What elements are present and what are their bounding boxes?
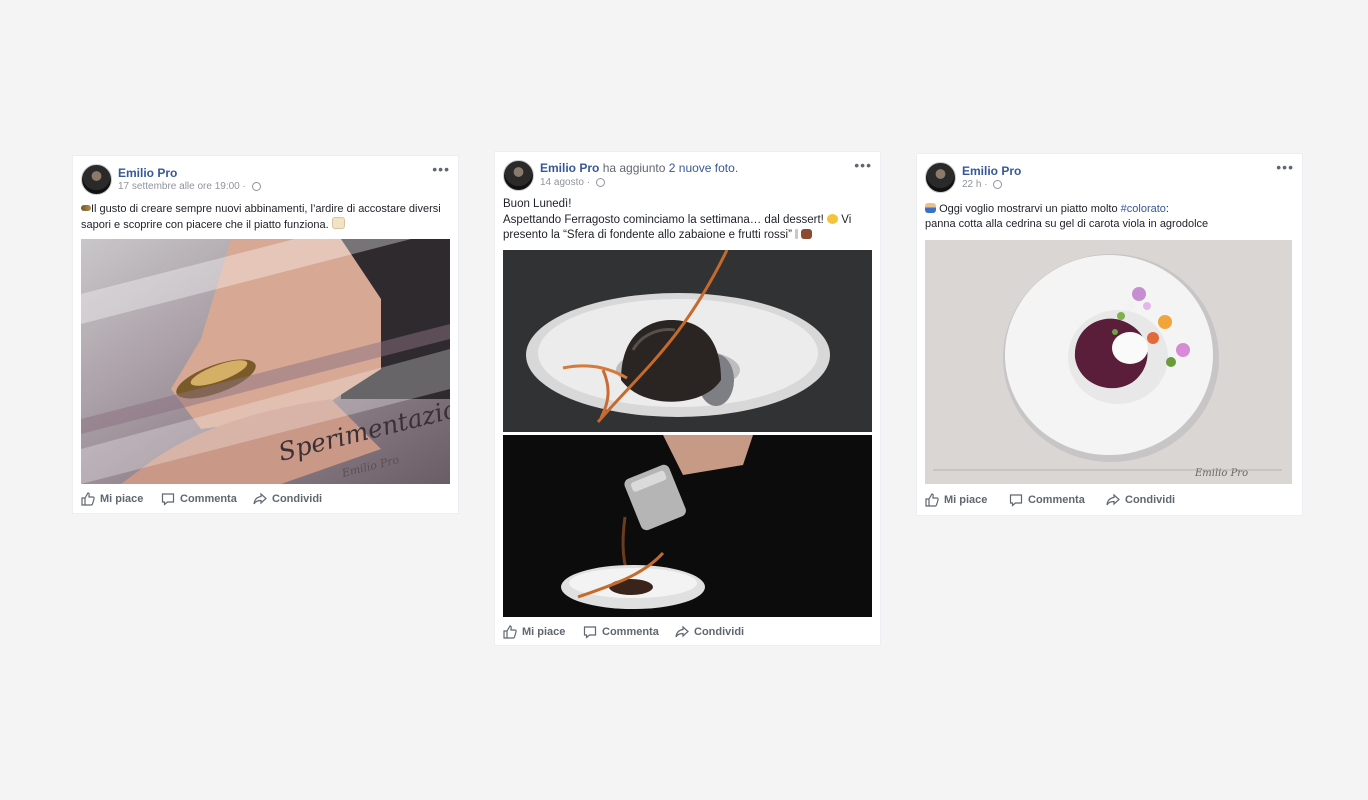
post-header: Emilio Pro 22 h · •••	[925, 160, 1294, 194]
post-options-button[interactable]: •••	[854, 158, 872, 172]
post-author: Emilio Pro ha aggiunto 2 nuove foto.	[540, 161, 739, 175]
globe-icon	[251, 181, 261, 191]
post-timestamp[interactable]: 14 agosto	[540, 177, 584, 188]
post-options-button[interactable]: •••	[1276, 160, 1294, 174]
post-text: Oggi voglio mostrarvi un piatto molto #c…	[925, 203, 1209, 230]
like-button[interactable]: Mi piace	[503, 625, 565, 639]
post-timestamp[interactable]: 22 h	[962, 179, 981, 190]
chef-emoji-icon	[925, 203, 936, 213]
avatar[interactable]	[925, 162, 956, 193]
avatar[interactable]	[81, 164, 112, 195]
author-action-text: ha aggiunto	[602, 161, 666, 175]
post-text: Buon Lunedì! Aspettando Ferragosto comin…	[503, 198, 852, 241]
share-arrow-icon	[253, 492, 267, 505]
thumbs-up-icon	[503, 625, 517, 639]
chocolate-emoji-icon	[801, 229, 813, 239]
photo-signature: Emilio Pro	[1194, 468, 1248, 479]
post-actions: Mi piace Commenta Condividi	[503, 625, 872, 641]
post-author: Emilio Pro	[962, 164, 1021, 178]
speech-bubble-icon	[1009, 494, 1023, 507]
speech-bubble-icon	[161, 493, 175, 506]
separator: ·	[984, 179, 988, 190]
hashtag-link[interactable]: #colorato	[1121, 203, 1166, 215]
photo-hand-fig: Sperimentazione Emilio Pro	[81, 239, 450, 484]
author-name-link[interactable]: Emilio Pro	[118, 166, 177, 180]
post-meta: 14 agosto ·	[540, 177, 605, 188]
post-header: Emilio Pro 17 settembre alle ore 19:00 ·…	[81, 162, 450, 196]
photo-pouring-sauce	[503, 435, 872, 617]
separator: ·	[242, 181, 246, 192]
globe-icon	[595, 177, 605, 187]
speech-bubble-icon	[583, 626, 597, 639]
photo-dessert-sphere	[503, 250, 872, 432]
share-button[interactable]: Condividi	[675, 625, 744, 639]
author-name-link[interactable]: Emilio Pro	[962, 164, 1021, 178]
post-photo[interactable]: Sperimentazione Emilio Pro	[81, 239, 450, 484]
post-card-3: Emilio Pro 22 h · ••• Oggi voglio mostra…	[917, 154, 1302, 515]
post-author: Emilio Pro	[118, 166, 177, 180]
like-button[interactable]: Mi piace	[81, 492, 143, 506]
post-photo-1[interactable]	[503, 250, 872, 432]
separator: ·	[586, 177, 591, 188]
post-meta: 17 settembre alle ore 19:00 ·	[118, 181, 261, 192]
post-meta: 22 h ·	[962, 179, 1003, 190]
share-button[interactable]: Condividi	[253, 492, 322, 506]
author-name-link[interactable]: Emilio Pro	[540, 161, 599, 175]
post-actions: Mi piace Commenta Condividi	[81, 492, 450, 508]
like-button[interactable]: Mi piace	[925, 493, 987, 507]
share-arrow-icon	[675, 625, 689, 638]
cake-emoji-icon	[331, 217, 345, 229]
thumbs-up-icon	[81, 492, 95, 506]
comment-button[interactable]: Commenta	[1009, 493, 1085, 507]
globe-icon	[993, 179, 1003, 189]
food-emoji-icon	[81, 205, 91, 211]
post-photo[interactable]: Emilio Pro	[925, 240, 1294, 484]
post-photo-2[interactable]	[503, 435, 872, 617]
thumbs-up-icon	[925, 493, 939, 507]
new-photos-link[interactable]: 2 nuove foto	[669, 161, 735, 175]
comment-button[interactable]: Commenta	[161, 492, 237, 506]
avatar[interactable]	[503, 160, 534, 191]
post-header: Emilio Pro ha aggiunto 2 nuove foto. 14 …	[503, 158, 872, 192]
post-options-button[interactable]: •••	[432, 162, 450, 176]
post-card-2: Emilio Pro ha aggiunto 2 nuove foto. 14 …	[495, 152, 880, 645]
post-actions: Mi piace Commenta Condividi	[925, 493, 1294, 509]
share-button[interactable]: Condividi	[1106, 493, 1175, 507]
photo-panna-cotta: Emilio Pro	[925, 240, 1292, 484]
cutlery-emoji-icon	[795, 229, 799, 239]
post-card-1: Emilio Pro 17 settembre alle ore 19:00 ·…	[73, 156, 458, 513]
share-arrow-icon	[1106, 493, 1120, 506]
comment-button[interactable]: Commenta	[583, 625, 659, 639]
smile-emoji-icon	[827, 213, 839, 224]
post-timestamp[interactable]: 17 settembre alle ore 19:00	[118, 181, 240, 192]
post-text: Il gusto di creare sempre nuovi abbiname…	[81, 203, 441, 231]
